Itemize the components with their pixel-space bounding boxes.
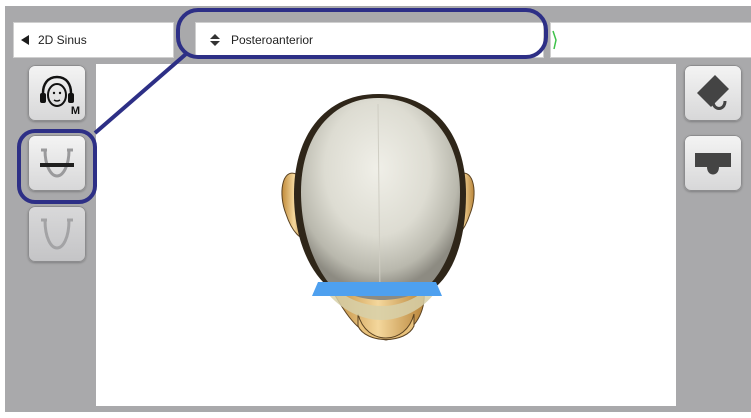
up-down-arrows-icon[interactable] bbox=[209, 34, 221, 46]
jaw-line-button[interactable] bbox=[28, 135, 86, 191]
triangle-left-icon[interactable] bbox=[21, 35, 29, 45]
top-bar: 2D Sinus Posteroanterior bbox=[5, 6, 751, 58]
jaw-button[interactable] bbox=[28, 206, 86, 262]
eraser-pencil-icon bbox=[697, 75, 729, 110]
positioning-marker bbox=[312, 282, 442, 296]
preview-viewport[interactable] bbox=[96, 64, 676, 406]
mode-label: 2D Sinus bbox=[38, 33, 87, 47]
green-mark-icon bbox=[552, 30, 557, 50]
jaw-icon bbox=[41, 218, 73, 250]
projection-label: Posteroanterior bbox=[231, 33, 314, 47]
mode-selector[interactable]: 2D Sinus bbox=[13, 22, 174, 58]
head-button-badge: M bbox=[70, 105, 80, 117]
jaw-with-line-icon bbox=[40, 148, 74, 178]
info-field bbox=[550, 22, 751, 58]
head-positioning-button[interactable]: M bbox=[28, 65, 86, 121]
bite-block-button[interactable] bbox=[684, 135, 742, 191]
bite-block-icon bbox=[695, 153, 731, 175]
head-model bbox=[281, 94, 475, 341]
projection-selector[interactable]: Posteroanterior bbox=[195, 22, 544, 58]
skull bbox=[301, 98, 460, 300]
edit-button[interactable] bbox=[684, 65, 742, 121]
